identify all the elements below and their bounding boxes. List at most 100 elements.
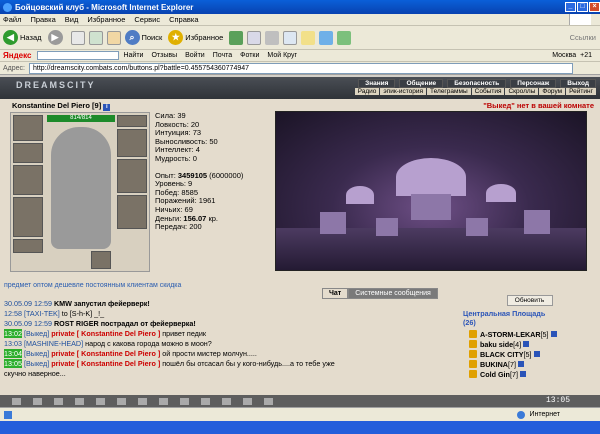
close-button[interactable]: × — [589, 2, 600, 12]
menu-tools[interactable]: Сервис — [134, 15, 160, 24]
menu-file[interactable]: Файл — [3, 15, 21, 24]
chat-user[interactable]: [Выкед] — [24, 359, 49, 368]
player-name[interactable]: Cold Gin — [480, 370, 510, 379]
armor-slot[interactable] — [13, 197, 43, 237]
yandex-search-input[interactable] — [37, 51, 120, 60]
bracer-slot[interactable] — [13, 143, 43, 163]
city-scene[interactable] — [275, 111, 587, 271]
home-icon[interactable] — [106, 30, 121, 45]
refresh-icon[interactable] — [88, 30, 103, 45]
list-item[interactable]: BLACK CITY [5] — [463, 349, 596, 359]
front-left-building[interactable] — [376, 218, 398, 236]
chat-tool-icon[interactable] — [264, 397, 273, 405]
nav-scrolls[interactable]: Скроллы — [505, 88, 539, 95]
player-name[interactable]: A-STORM-LEKAR — [480, 330, 541, 339]
chat-user[interactable]: [Выкед] — [24, 349, 49, 358]
nav-epic[interactable]: эпик-история — [380, 88, 427, 95]
ring-slots[interactable] — [117, 115, 147, 127]
nav-events[interactable]: События — [471, 88, 505, 95]
nav-exit[interactable]: Выход — [560, 79, 596, 88]
pet-slot[interactable] — [91, 251, 111, 269]
chat-timestamp[interactable]: 12:58 — [4, 309, 22, 318]
chat-user[interactable]: [Выкед] — [24, 329, 49, 338]
favorites-button[interactable]: ★ Избранное — [168, 30, 223, 45]
print-icon[interactable] — [265, 30, 280, 45]
tab-chat[interactable]: Чат — [322, 288, 349, 299]
shield-slot[interactable] — [117, 159, 147, 193]
info-icon[interactable] — [550, 331, 557, 337]
info-icon[interactable]: i — [103, 104, 111, 111]
forward-button[interactable]: ▶ — [47, 30, 65, 45]
chat-tool-icon[interactable] — [222, 397, 231, 405]
chat-tool-icon[interactable] — [159, 397, 168, 405]
front-right-building[interactable] — [466, 218, 488, 236]
right-dome[interactable] — [486, 184, 516, 202]
chat-tool-icon[interactable] — [201, 397, 210, 405]
address-input[interactable]: http://dreamscity.combats.com/buttons.pl… — [28, 62, 573, 74]
menu-favorites[interactable]: Избранное — [87, 15, 125, 24]
chat-user[interactable]: [MASHINE-HEAD] — [24, 339, 83, 348]
chat-timestamp[interactable]: 13:05 — [4, 359, 22, 368]
stop-icon[interactable] — [70, 30, 85, 45]
menu-view[interactable]: Вид — [65, 15, 79, 24]
folder-icon[interactable] — [301, 30, 316, 45]
history-icon[interactable] — [229, 30, 244, 45]
chat-tool-icon[interactable] — [138, 397, 147, 405]
player-name[interactable]: BUKINA — [480, 360, 508, 369]
chat-user[interactable]: [TAXI-TEK] — [24, 309, 60, 318]
search-button[interactable]: ⌕ Поиск — [124, 30, 162, 45]
info-icon[interactable] — [517, 361, 524, 367]
nav-security[interactable]: Безопасность — [447, 79, 507, 88]
nav-communication[interactable]: Общение — [399, 79, 444, 88]
back-button[interactable]: ◀ Назад — [3, 30, 42, 45]
boots-slot[interactable] — [117, 195, 147, 229]
chat-tool-icon[interactable] — [96, 397, 105, 405]
yandex-my-circle[interactable]: Мой Круг — [267, 52, 297, 59]
info-icon[interactable] — [519, 371, 526, 377]
nav-character[interactable]: Персонаж — [510, 79, 557, 88]
yandex-mail[interactable]: Почта — [213, 52, 232, 59]
helmet-slot[interactable] — [13, 115, 43, 141]
yandex-login[interactable]: Войти — [185, 52, 205, 59]
chat-tool-icon[interactable] — [117, 397, 126, 405]
player-name[interactable]: baku side — [480, 340, 513, 349]
info-icon[interactable] — [533, 351, 540, 357]
chat-private-tag[interactable]: private [ Konstantine Del Piero ] — [49, 349, 160, 358]
weapon-slot[interactable] — [13, 165, 43, 195]
player-name[interactable]: BLACK CITY — [480, 350, 524, 359]
mail-icon[interactable] — [247, 30, 262, 45]
chat-tool-icon[interactable] — [54, 397, 63, 405]
list-item[interactable]: A-STORM-LEKAR [5] — [463, 329, 596, 339]
chat-tool-icon[interactable] — [33, 397, 42, 405]
menu-edit[interactable]: Правка — [30, 15, 55, 24]
chat-tool-icon[interactable] — [243, 397, 252, 405]
links-label[interactable]: Ссылки — [570, 33, 596, 42]
yandex-reviews[interactable]: Отзывы — [151, 52, 177, 59]
list-item[interactable]: baku side [4] — [463, 339, 596, 349]
yandex-find-button[interactable]: Найти — [123, 52, 143, 59]
yandex-logo[interactable]: Яндекс — [3, 51, 31, 60]
yandex-city[interactable]: Москва — [552, 52, 576, 59]
yandex-photos[interactable]: Фотки — [240, 52, 259, 59]
right-building[interactable] — [524, 210, 550, 234]
left-building[interactable] — [320, 212, 346, 234]
chat-timestamp[interactable]: 13:03 — [4, 339, 22, 348]
nav-rating[interactable]: Рейтинг — [566, 88, 596, 95]
edit-icon[interactable] — [283, 30, 298, 45]
central-building[interactable] — [411, 194, 451, 220]
left-dome[interactable] — [346, 186, 374, 204]
tab-system-messages[interactable]: Системные сообщения — [348, 288, 438, 299]
nav-radio[interactable]: Радио — [354, 88, 380, 95]
maximize-button[interactable]: □ — [577, 2, 588, 12]
list-item[interactable]: BUKINA [7] — [463, 359, 596, 369]
central-dome[interactable] — [396, 158, 466, 196]
nav-knowledge[interactable]: Знания — [358, 79, 396, 88]
chat-private-tag[interactable]: private [ Konstantine Del Piero ] — [49, 359, 160, 368]
nav-telegrams[interactable]: Телеграммы — [427, 88, 471, 95]
chat-tool-icon[interactable] — [180, 397, 189, 405]
chat-tool-icon[interactable] — [75, 397, 84, 405]
chat-tool-icon[interactable] — [12, 397, 21, 405]
chat-timestamp[interactable]: 13:04 — [4, 349, 22, 358]
belt-slot[interactable] — [13, 239, 43, 253]
info-icon[interactable] — [523, 341, 530, 347]
